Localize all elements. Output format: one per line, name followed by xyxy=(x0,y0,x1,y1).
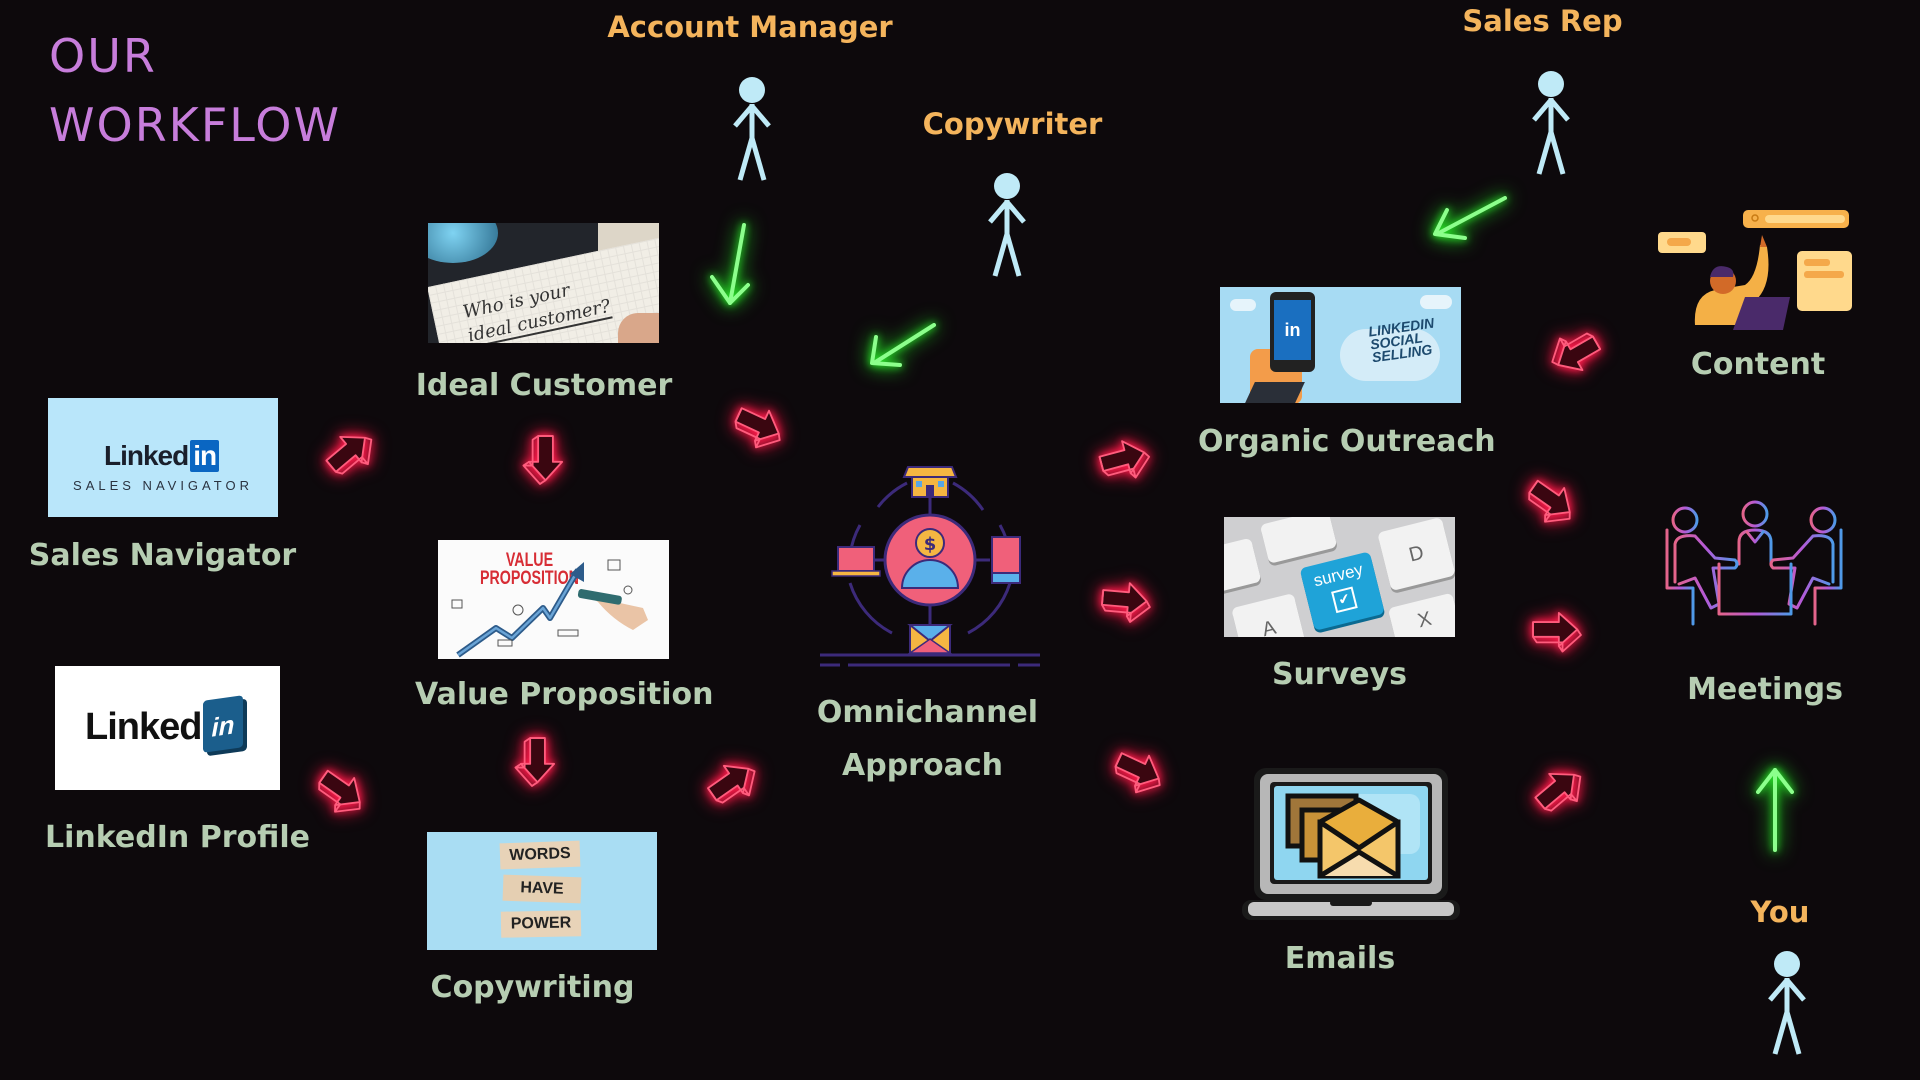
linkedin-in-logo-icon: in xyxy=(190,440,220,472)
red-arrow-down-icon xyxy=(522,435,564,485)
role-account-manager-label: Account Manager xyxy=(607,10,893,44)
copywriting-label: Copywriting xyxy=(430,970,635,1005)
growth-arrow-icon xyxy=(451,559,648,658)
keyboard-key xyxy=(1259,517,1338,564)
red-arrow-down-icon xyxy=(514,737,556,787)
omnichannel-label-line-2: Approach xyxy=(842,748,1003,783)
phone-icon xyxy=(991,536,1021,584)
red-arrow-down-right-icon xyxy=(728,398,790,457)
title-line-2: WORKFLOW xyxy=(49,98,341,152)
magnifier-decoration xyxy=(428,223,498,263)
omnichannel-label-line-1: Omnichannel xyxy=(816,695,1039,730)
role-sales-rep-label: Sales Rep xyxy=(1462,4,1623,38)
organic-outreach-image: in LINKEDIN SOCIAL SELLING xyxy=(1220,287,1461,403)
cloud-decoration xyxy=(1420,295,1452,309)
omnichannel-icon: $ xyxy=(820,466,1040,667)
sales-navigator-brand-text: Linked xyxy=(104,440,189,471)
linkedin-in-logo-icon: in xyxy=(1274,300,1311,360)
hand-decoration xyxy=(618,313,659,343)
surveys-label: Surveys xyxy=(1271,657,1408,692)
linkedin-profile-image: Linked in xyxy=(55,666,280,790)
phone-decoration: in xyxy=(1270,292,1315,372)
role-copywriter-label: Copywriter xyxy=(922,107,1103,141)
green-arrow-up-icon xyxy=(1756,768,1794,852)
red-arrow-down-left-icon xyxy=(1543,322,1606,383)
red-arrow-down-right-icon xyxy=(1108,743,1170,802)
store-icon xyxy=(902,466,958,498)
red-arrow-right-icon xyxy=(1096,434,1155,487)
value-proposition-label: Value Proposition xyxy=(415,677,714,712)
surveys-image: A survey ✔ D X xyxy=(1224,517,1455,637)
keyboard-key: A xyxy=(1231,593,1308,637)
emails-laptop-icon xyxy=(1242,768,1460,920)
red-arrow-right-icon xyxy=(1532,611,1582,653)
sleeve-decoration xyxy=(1245,382,1305,403)
red-arrow-down-right-icon xyxy=(1519,472,1584,534)
red-arrow-right-icon xyxy=(1099,579,1153,625)
green-arrow-down-left-icon xyxy=(870,323,936,367)
checkbox-check-icon: ✔ xyxy=(1331,586,1358,614)
red-arrow-up-right-icon xyxy=(701,752,766,814)
laptop-icon xyxy=(831,546,881,577)
linkedin-profile-label: LinkedIn Profile xyxy=(45,820,310,855)
keyboard-key: D xyxy=(1377,517,1455,592)
word-block: HAVE xyxy=(502,874,582,904)
linkedin-profile-brand-text: Linked xyxy=(85,706,202,748)
sales-navigator-label: Sales Navigator xyxy=(28,538,297,573)
cloud-decoration xyxy=(1230,299,1256,311)
emails-label: Emails xyxy=(1284,941,1396,976)
survey-key: survey ✔ xyxy=(1299,551,1385,631)
keyboard-key: X xyxy=(1387,592,1455,637)
sales-navigator-image: Linked in SALES NAVIGATOR xyxy=(48,398,278,517)
stick-figure-sales-rep-icon xyxy=(1532,71,1570,175)
dollar-sign: $ xyxy=(924,534,937,555)
red-arrow-up-right-icon xyxy=(319,421,383,485)
ideal-customer-image: Who is your ideal customer? xyxy=(428,223,659,343)
green-arrow-down-left-icon xyxy=(710,223,750,305)
word-block: POWER xyxy=(500,910,582,938)
sales-navigator-subtitle-text: SALES NAVIGATOR xyxy=(73,478,253,493)
ideal-customer-label: Ideal Customer xyxy=(415,368,673,403)
meetings-icon xyxy=(1659,500,1851,626)
linkedin-3d-in-logo-icon: in xyxy=(203,695,243,753)
stick-figure-copywriter-icon xyxy=(988,173,1026,277)
title-line-1: OUR xyxy=(49,29,157,83)
value-proposition-image: VALUE PROPOSITION xyxy=(438,540,669,659)
survey-key-text: survey xyxy=(1311,559,1365,591)
keyboard-key xyxy=(1224,537,1262,596)
green-arrow-down-left-icon xyxy=(1433,196,1507,240)
red-arrow-up-right-icon xyxy=(1528,758,1592,822)
content-creator-icon xyxy=(1658,210,1852,330)
organic-outreach-label: Organic Outreach xyxy=(1198,424,1496,459)
content-label: Content xyxy=(1690,347,1826,382)
copywriting-image: WORDS HAVE POWER xyxy=(427,832,657,950)
word-block: WORDS xyxy=(499,840,581,870)
role-you-label: You xyxy=(1750,895,1810,929)
stick-figure-you-icon xyxy=(1768,951,1806,1055)
stick-figure-account-manager-icon xyxy=(733,77,771,181)
envelope-icon xyxy=(907,624,953,654)
meetings-label: Meetings xyxy=(1687,672,1843,707)
